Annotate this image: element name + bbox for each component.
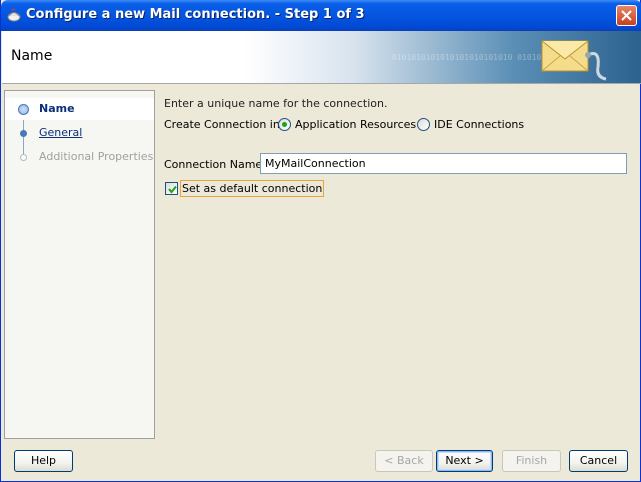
create-in-label: Create Connection in: xyxy=(164,118,284,131)
banner-decoration: 0101010101010101010101010 010101010 xyxy=(392,53,561,62)
cancel-button[interactable]: Cancel xyxy=(569,450,628,472)
step-label: Additional Properties xyxy=(39,150,154,163)
title-bar[interactable]: Configure a new Mail connection. - Step … xyxy=(1,0,641,31)
default-connection-label[interactable]: Set as default connection xyxy=(180,180,325,197)
step-item-general[interactable]: General xyxy=(5,122,154,144)
close-button[interactable] xyxy=(616,5,637,26)
connection-name-input[interactable] xyxy=(260,153,627,174)
checkmark-icon xyxy=(168,185,177,194)
connection-name-label: Connection Name: xyxy=(164,158,266,171)
application-resources-label[interactable]: Application Resources xyxy=(295,118,416,131)
step-label: Name xyxy=(39,102,75,115)
application-resources-radio[interactable] xyxy=(278,118,291,131)
disabled-step-icon xyxy=(20,154,27,161)
dialog-window: Configure a new Mail connection. - Step … xyxy=(0,0,641,482)
page-title: Name xyxy=(11,48,53,64)
step-icon xyxy=(20,130,27,137)
default-connection-checkbox[interactable] xyxy=(165,182,178,195)
instruction-text: Enter a unique name for the connection. xyxy=(164,97,388,110)
step-item-additional-properties: Additional Properties xyxy=(5,146,154,168)
finish-button[interactable]: Finish xyxy=(502,450,561,472)
step-label[interactable]: General xyxy=(39,126,82,139)
app-cup-icon xyxy=(7,8,21,22)
close-icon xyxy=(621,10,632,21)
current-step-icon xyxy=(18,104,29,115)
window-title: Configure a new Mail connection. - Step … xyxy=(26,7,365,22)
back-button[interactable]: < Back xyxy=(375,450,433,472)
step-item-name[interactable]: Name xyxy=(5,98,154,120)
help-button[interactable]: Help xyxy=(14,450,73,472)
step-navigation: Name General Additional Properties xyxy=(4,90,155,439)
mail-envelope-icon xyxy=(541,40,607,81)
next-button[interactable]: Next > xyxy=(436,450,493,472)
ide-connections-label[interactable]: IDE Connections xyxy=(434,118,524,131)
header-banner: Name 0101010101010101010101010 010101010 xyxy=(2,31,641,84)
ide-connections-radio[interactable] xyxy=(417,118,430,131)
